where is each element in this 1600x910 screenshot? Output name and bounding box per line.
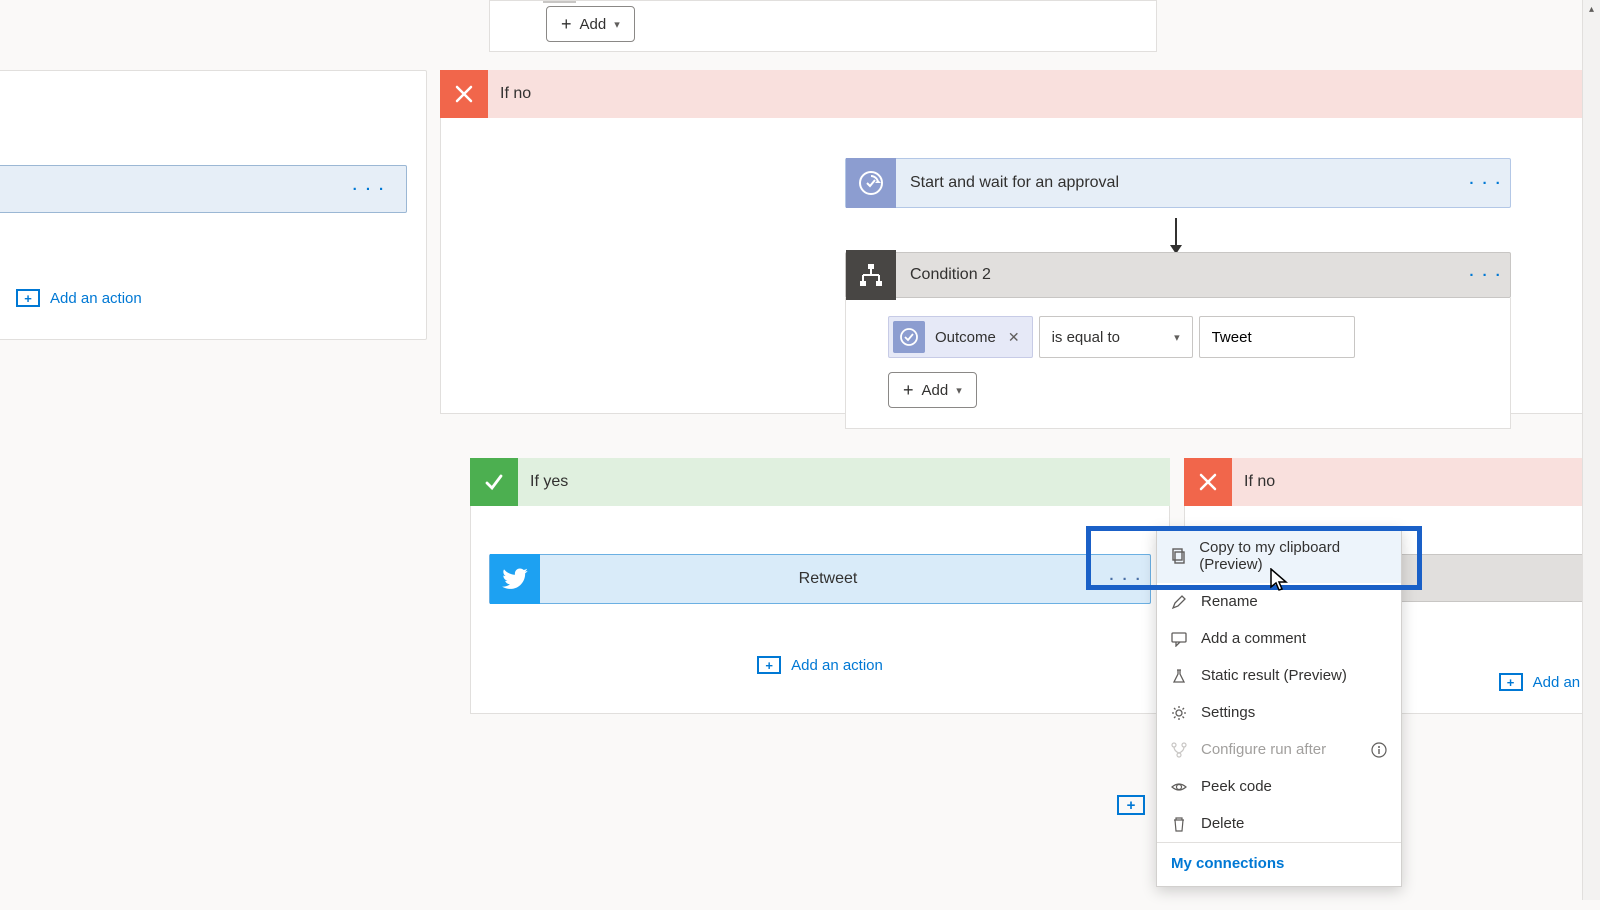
- left-branch-partial: · · · + Add an action: [0, 70, 427, 340]
- condition-icon: [846, 250, 896, 300]
- branch-icon: [1171, 742, 1189, 758]
- add-action-left[interactable]: + Add an action: [16, 289, 142, 307]
- trash-icon: [1171, 816, 1189, 832]
- branch-header-yes: If yes: [470, 458, 1170, 506]
- nested-yes-column: If yes Retweet · · · + Add an action: [470, 458, 1170, 714]
- approval-title: Start and wait for an approval: [896, 174, 1462, 192]
- chevron-down-icon: ▾: [956, 384, 962, 397]
- connector-stub: [543, 1, 576, 3]
- branch-no-label-nested: If no: [1232, 473, 1275, 491]
- chevron-down-icon: ▾: [1174, 331, 1180, 344]
- ctx-copy-label: Copy to my clipboard (Preview): [1199, 539, 1387, 573]
- approval-more-button[interactable]: · · ·: [1462, 175, 1510, 192]
- twitter-icon: [490, 554, 540, 604]
- ellipsis-icon: · · ·: [1469, 267, 1502, 284]
- condition-more-button[interactable]: · · ·: [1462, 267, 1510, 284]
- ctx-settings[interactable]: Settings: [1157, 694, 1401, 731]
- add-action-icon: +: [1499, 673, 1523, 691]
- condition-value-input[interactable]: [1199, 316, 1355, 358]
- condition-card[interactable]: Condition 2 · · ·: [845, 252, 1511, 298]
- condition-body: Outcome ✕ is equal to ▾ + Add ▾: [845, 298, 1511, 429]
- ctx-static[interactable]: Static result (Preview): [1157, 657, 1401, 694]
- branch-no-body: Start and wait for an approval · · · Con…: [440, 118, 1600, 414]
- ctx-peek-label: Peek code: [1201, 778, 1272, 795]
- ctx-peek[interactable]: Peek code: [1157, 768, 1401, 805]
- outcome-chip[interactable]: Outcome ✕: [888, 316, 1033, 358]
- operator-select[interactable]: is equal to ▾: [1039, 316, 1193, 358]
- ctx-comment-label: Add a comment: [1201, 630, 1306, 647]
- check-icon: [470, 458, 518, 506]
- if-no-branch: If no Start and wait for an approval · ·…: [440, 70, 1600, 910]
- branch-header-no-nested: If no: [1184, 458, 1600, 506]
- retweet-title: Retweet: [540, 570, 1102, 588]
- copy-icon: [1171, 548, 1187, 564]
- branch-no-label: If no: [488, 85, 531, 103]
- yes-body: Retweet · · · + Add an action: [470, 506, 1170, 714]
- add-action-label: Add an action: [791, 657, 883, 674]
- flow-canvas: + Add ▾ · · · + Add an action If no: [0, 0, 1600, 900]
- x-icon: [1184, 458, 1232, 506]
- ctx-delete-label: Delete: [1201, 815, 1244, 832]
- add-label: Add: [580, 16, 607, 33]
- chevron-down-icon: ▾: [614, 18, 620, 31]
- vertical-scrollbar[interactable]: ▴: [1582, 0, 1600, 900]
- retweet-more-button[interactable]: · · ·: [1102, 571, 1150, 588]
- bottom-add-action-icon[interactable]: +: [1117, 795, 1147, 819]
- comment-icon: [1171, 631, 1189, 647]
- plus-icon: +: [561, 15, 572, 33]
- plus-icon: +: [903, 381, 914, 399]
- add-action-icon: +: [757, 656, 781, 674]
- ellipsis-icon: · · ·: [1469, 175, 1502, 192]
- condition-row: Outcome ✕ is equal to ▾: [888, 316, 1468, 358]
- flask-icon: [1171, 668, 1189, 684]
- ctx-configure: Configure run after: [1157, 731, 1401, 768]
- ctx-connections[interactable]: My connections: [1157, 842, 1401, 886]
- retweet-card[interactable]: Retweet · · ·: [489, 554, 1151, 604]
- condition-add-button[interactable]: + Add ▾: [888, 372, 977, 408]
- add-button-top[interactable]: + Add ▾: [546, 6, 635, 42]
- info-icon[interactable]: [1371, 742, 1387, 758]
- pencil-icon: [1171, 594, 1189, 610]
- approval-mini-icon: [893, 321, 925, 353]
- add-action-icon: +: [16, 289, 40, 307]
- ctx-static-label: Static result (Preview): [1201, 667, 1347, 684]
- top-container: + Add ▾: [489, 0, 1157, 52]
- gear-icon: [1171, 705, 1189, 721]
- add-label: Add: [922, 382, 949, 399]
- ellipsis-icon: · · ·: [1109, 571, 1142, 588]
- ctx-connections-label: My connections: [1171, 855, 1284, 872]
- add-action-label: Add an action: [50, 290, 142, 307]
- x-icon: [440, 70, 488, 118]
- condition-title: Condition 2: [896, 266, 1462, 284]
- ctx-settings-label: Settings: [1201, 704, 1255, 721]
- branch-yes-label: If yes: [518, 473, 568, 491]
- branch-header-no: If no: [440, 70, 1600, 118]
- ellipsis-icon[interactable]: · · ·: [353, 181, 386, 198]
- ctx-configure-label: Configure run after: [1201, 741, 1326, 758]
- arrow-down-icon: [1175, 218, 1177, 246]
- ctx-comment[interactable]: Add a comment: [1157, 620, 1401, 657]
- ctx-rename-label: Rename: [1201, 593, 1258, 610]
- chip-label: Outcome: [929, 329, 1002, 346]
- chip-remove-icon[interactable]: ✕: [1002, 329, 1026, 346]
- operator-value: is equal to: [1052, 329, 1120, 346]
- left-card-stub[interactable]: · · ·: [0, 165, 407, 213]
- ctx-delete[interactable]: Delete: [1157, 805, 1401, 842]
- scroll-up-icon[interactable]: ▴: [1583, 0, 1600, 18]
- approval-card[interactable]: Start and wait for an approval · · ·: [845, 158, 1511, 208]
- eye-icon: [1171, 779, 1189, 795]
- cursor-icon: [1268, 568, 1290, 594]
- add-action-yes[interactable]: + Add an action: [757, 656, 883, 674]
- condition-container: Condition 2 · · · Outcome ✕ is eq: [845, 252, 1511, 429]
- nested-branches: If yes Retweet · · · + Add an action: [470, 458, 1600, 714]
- approval-icon: [846, 158, 896, 208]
